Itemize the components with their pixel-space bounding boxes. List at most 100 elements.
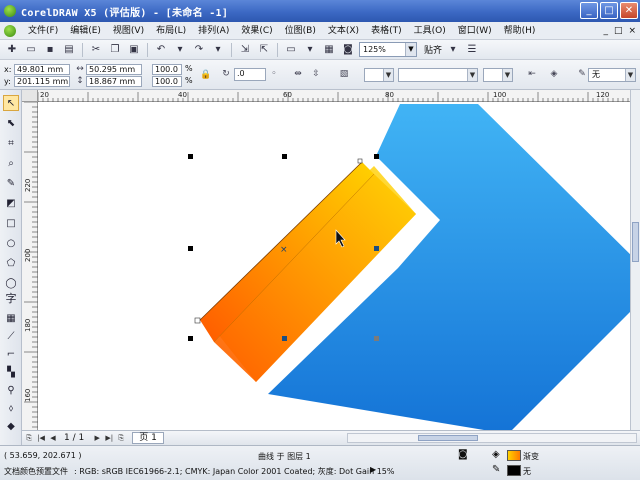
vertical-scrollbar[interactable] <box>630 90 640 430</box>
pick-tool-icon[interactable]: ↖ <box>3 95 19 111</box>
y-position-input[interactable]: 201.115 mm <box>14 76 70 87</box>
menu-file[interactable]: 文件(F) <box>22 22 64 40</box>
selection-handle[interactable] <box>374 336 379 341</box>
selection-handle[interactable] <box>188 336 193 341</box>
ellipse-tool-icon[interactable]: ○ <box>3 235 19 251</box>
menu-help[interactable]: 帮助(H) <box>498 22 542 40</box>
table-tool-icon[interactable]: ▦ <box>3 310 19 326</box>
horizontal-scrollbar[interactable] <box>347 433 637 443</box>
rectangle-tool-icon[interactable]: □ <box>3 215 19 231</box>
export-icon[interactable]: ⇱ <box>256 42 272 58</box>
dimension-tool-icon[interactable]: ⟋ <box>3 328 19 344</box>
welcome-screen-icon[interactable]: ▦ <box>321 42 337 58</box>
vertical-ruler[interactable]: 220 200 180 160 <box>22 101 38 430</box>
horizontal-ruler[interactable]: 20 40 60 80 100 120 <box>37 90 630 102</box>
menu-text[interactable]: 文本(X) <box>322 22 365 40</box>
text-wrap-icon[interactable]: ⇤ <box>526 68 538 80</box>
last-page-icon[interactable]: ▶| <box>104 433 114 444</box>
polygon-tool-icon[interactable]: ⬠ <box>3 255 19 271</box>
ruler-origin[interactable] <box>22 90 38 102</box>
minimize-button[interactable]: _ <box>580 2 598 19</box>
zoom-tool-icon[interactable]: ⌕ <box>3 155 19 171</box>
corel-connect-icon[interactable]: ◙ <box>340 42 356 58</box>
selection-handle[interactable] <box>188 246 193 251</box>
redo-dropdown-icon[interactable]: ▾ <box>210 42 226 58</box>
doc-close-button[interactable]: × <box>628 22 636 40</box>
new-document-icon[interactable]: ✚ <box>4 42 20 58</box>
launcher-dropdown-icon[interactable]: ▾ <box>302 42 318 58</box>
undo-icon[interactable]: ↶ <box>153 42 169 58</box>
maximize-button[interactable]: □ <box>600 2 618 19</box>
scale-x-input[interactable]: 100.0 <box>152 64 182 75</box>
freehand-tool-icon[interactable]: ✎ <box>3 175 19 191</box>
menu-edit[interactable]: 编辑(E) <box>64 22 107 40</box>
node-handle[interactable] <box>357 158 363 164</box>
menu-layout[interactable]: 布局(L) <box>150 22 192 40</box>
open-folder-icon[interactable]: ▭ <box>23 42 39 58</box>
fill-color-swatch[interactable] <box>507 450 521 461</box>
outline-tool-icon[interactable]: ⬨ <box>3 400 19 416</box>
save-icon[interactable]: ▪ <box>42 42 58 58</box>
menu-bitmaps[interactable]: 位图(B) <box>279 22 322 40</box>
add-page-before-icon[interactable]: ⎘ <box>24 433 34 444</box>
selection-handle[interactable] <box>188 154 193 159</box>
next-page-icon[interactable]: ▶ <box>92 433 102 444</box>
undo-dropdown-icon[interactable]: ▾ <box>172 42 188 58</box>
doc-restore-button[interactable]: □ <box>614 22 623 40</box>
menu-effects[interactable]: 效果(C) <box>235 22 278 40</box>
selection-handle[interactable] <box>374 154 379 159</box>
page-tab[interactable]: 页 1 <box>132 432 164 444</box>
zoom-level-select[interactable]: 125% ▼ <box>359 42 417 57</box>
center-of-rotation-marker[interactable]: × <box>280 245 288 255</box>
width-input[interactable]: 50.295 mm <box>86 64 142 75</box>
basic-shapes-tool-icon[interactable]: ◯ <box>3 275 19 291</box>
selection-handle[interactable] <box>282 336 287 341</box>
scale-y-input[interactable]: 100.0 <box>152 76 182 87</box>
chevron-down-icon[interactable]: ▼ <box>405 43 416 56</box>
outline-width-dropdown[interactable]: 无 ▼ <box>588 68 636 82</box>
redo-icon[interactable]: ↷ <box>191 42 207 58</box>
doc-minimize-button[interactable]: _ <box>603 22 608 40</box>
height-input[interactable]: 18.867 mm <box>86 76 142 87</box>
first-page-icon[interactable]: |◀ <box>36 433 46 444</box>
coreldraw-app-icon[interactable] <box>4 5 16 17</box>
lock-ratio-icon[interactable]: 🔒 <box>200 69 212 81</box>
mirror-vertical-icon[interactable]: ⇳ <box>310 68 322 80</box>
menu-table[interactable]: 表格(T) <box>365 22 408 40</box>
rotation-input[interactable]: .0 <box>234 68 266 81</box>
degree-spinner-icon[interactable]: ◦ <box>268 68 280 80</box>
snap-dropdown-icon[interactable]: ▾ <box>445 42 461 58</box>
play-arrow-icon[interactable]: ▶ <box>370 465 376 474</box>
line-style-dropdown[interactable]: ▼ <box>398 68 478 82</box>
crop-tool-icon[interactable]: ⌗ <box>3 135 19 151</box>
copy-icon[interactable]: ❐ <box>107 42 123 58</box>
shape-tool-icon[interactable]: ⬉ <box>3 115 19 131</box>
convert-to-curves-icon[interactable]: ◈ <box>548 68 560 80</box>
blend-tool-icon[interactable]: ▚ <box>3 364 19 380</box>
text-tool-icon[interactable]: 字 <box>3 290 19 306</box>
document-icon[interactable] <box>4 24 16 37</box>
line-end-dropdown[interactable]: ▼ <box>483 68 513 82</box>
previous-page-icon[interactable]: ◀ <box>48 433 58 444</box>
mirror-horizontal-icon[interactable]: ⇹ <box>292 68 304 80</box>
scrollbar-thumb[interactable] <box>418 435 478 441</box>
x-position-input[interactable]: 49.801 mm <box>14 64 70 75</box>
selection-handle[interactable] <box>282 154 287 159</box>
application-launcher-icon[interactable]: ▭ <box>283 42 299 58</box>
fill-tool-icon[interactable]: ◆ <box>3 418 19 434</box>
drawing-canvas[interactable]: × <box>38 102 630 430</box>
wrap-text-icon[interactable]: ▧ <box>338 68 350 80</box>
connector-tool-icon[interactable]: ⌐ <box>3 346 19 362</box>
menu-window[interactable]: 窗口(W) <box>452 22 498 40</box>
options-icon[interactable]: ☰ <box>464 42 480 58</box>
cut-icon[interactable]: ✂ <box>88 42 104 58</box>
smart-fill-tool-icon[interactable]: ◩ <box>3 195 19 211</box>
paste-icon[interactable]: ▣ <box>126 42 142 58</box>
color-view-icon[interactable]: ◙ <box>458 449 468 460</box>
eyedropper-tool-icon[interactable]: ⚲ <box>3 382 19 398</box>
snap-to-button[interactable]: 贴齐 <box>424 43 442 56</box>
import-icon[interactable]: ⇲ <box>237 42 253 58</box>
outline-color-swatch[interactable] <box>507 465 521 476</box>
scrollbar-thumb[interactable] <box>632 222 639 262</box>
selection-handle[interactable] <box>374 246 379 251</box>
